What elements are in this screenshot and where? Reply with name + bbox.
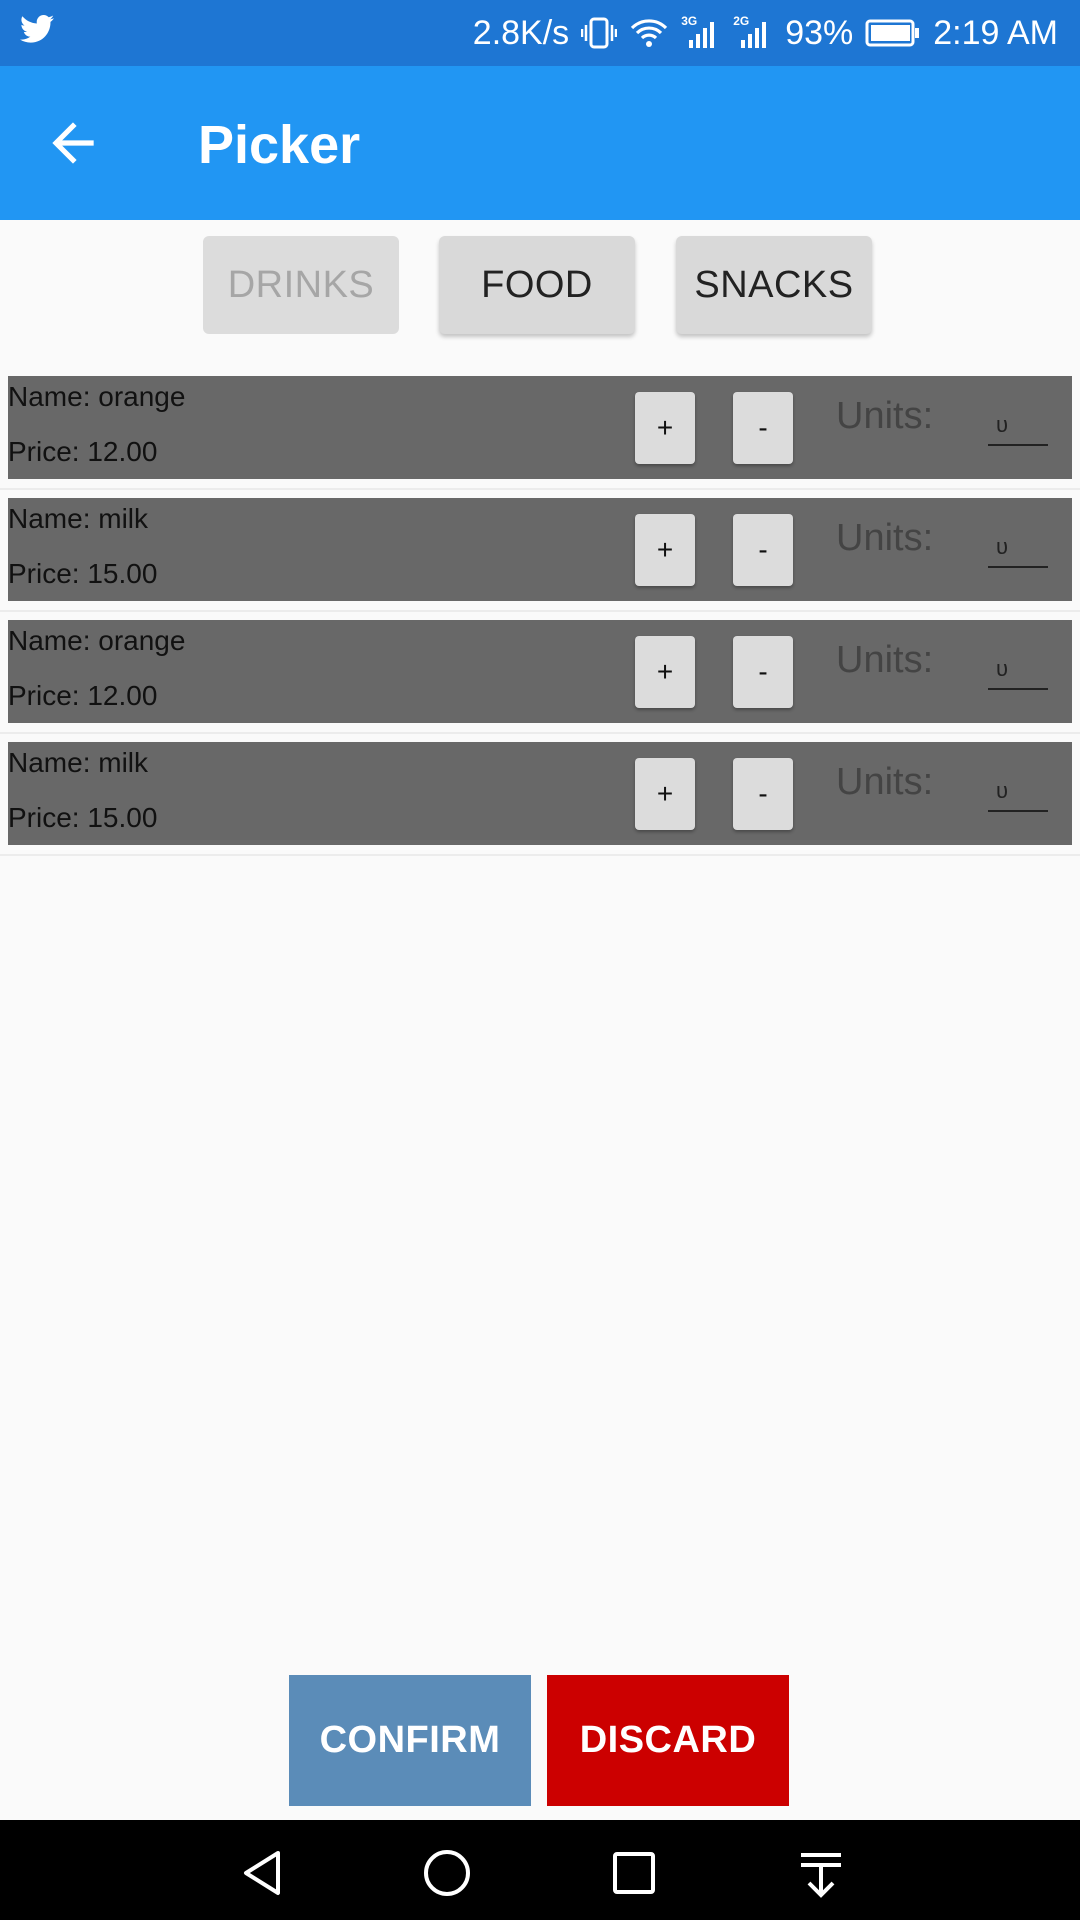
units-label: Units: — [836, 395, 934, 437]
units-label: Units: — [836, 639, 934, 681]
increment-button[interactable]: + — [635, 514, 695, 586]
units-label: Units: — [836, 761, 934, 803]
item-price: Price: 15.00 — [8, 558, 158, 589]
battery-icon — [865, 19, 921, 47]
status-bar: 2.8K/s 3G 2G 93% 2:19 AM — [0, 0, 1080, 66]
increment-button[interactable]: + — [635, 636, 695, 708]
decrement-button[interactable]: - — [733, 514, 793, 586]
item-price: Price: 12.00 — [8, 436, 158, 467]
item-name: Name: milk — [8, 747, 149, 778]
item-price: Price: 15.00 — [8, 802, 158, 833]
units-input[interactable] — [988, 772, 1048, 812]
item-name: Name: milk — [8, 503, 149, 534]
wifi-icon — [629, 17, 669, 49]
units-input[interactable] — [988, 528, 1048, 568]
navigation-bar — [0, 1820, 1080, 1920]
recents-icon[interactable] — [606, 1845, 662, 1901]
snacks-button[interactable]: SNACKS — [676, 236, 872, 334]
vibrate-icon — [581, 16, 618, 50]
discard-button[interactable]: DISCARD — [547, 1675, 789, 1806]
confirm-button[interactable]: CONFIRM — [289, 1675, 531, 1806]
notification-pull-down-icon[interactable] — [793, 1845, 849, 1901]
food-button[interactable]: FOOD — [439, 236, 635, 334]
list-item: Name: orange Price: 12.00 + - Units: — [8, 620, 1072, 723]
clock: 2:19 AM — [933, 13, 1058, 52]
units-input[interactable] — [988, 650, 1048, 690]
twitter-icon — [20, 14, 60, 50]
divider — [0, 732, 1080, 734]
decrement-button[interactable]: - — [733, 392, 793, 464]
signal-3g-icon: 3G — [681, 14, 721, 50]
item-name: Name: orange — [8, 625, 186, 656]
units-label: Units: — [836, 517, 934, 559]
list-item: Name: milk Price: 15.00 + - Units: — [8, 742, 1072, 845]
increment-button[interactable]: + — [635, 758, 695, 830]
decrement-button[interactable]: - — [733, 636, 793, 708]
item-price: Price: 12.00 — [8, 680, 158, 711]
back-icon[interactable] — [234, 1845, 290, 1901]
page-title: Picker — [198, 115, 361, 175]
list-item: Name: orange Price: 12.00 + - Units: — [8, 376, 1072, 479]
decrement-button[interactable]: - — [733, 758, 793, 830]
home-icon[interactable] — [419, 1845, 475, 1901]
battery-percent: 93% — [785, 13, 854, 52]
divider — [0, 610, 1080, 612]
signal-2g-icon: 2G — [733, 14, 773, 50]
increment-button[interactable]: + — [635, 392, 695, 464]
network-speed: 2.8K/s — [472, 13, 570, 52]
list-item: Name: milk Price: 15.00 + - Units: — [8, 498, 1072, 601]
divider — [0, 854, 1080, 856]
item-name: Name: orange — [8, 381, 186, 412]
divider — [0, 488, 1080, 490]
drinks-button[interactable]: DRINKS — [203, 236, 399, 334]
back-arrow-icon[interactable] — [42, 112, 104, 174]
app-bar: Picker — [0, 66, 1080, 220]
units-input[interactable] — [988, 406, 1048, 446]
